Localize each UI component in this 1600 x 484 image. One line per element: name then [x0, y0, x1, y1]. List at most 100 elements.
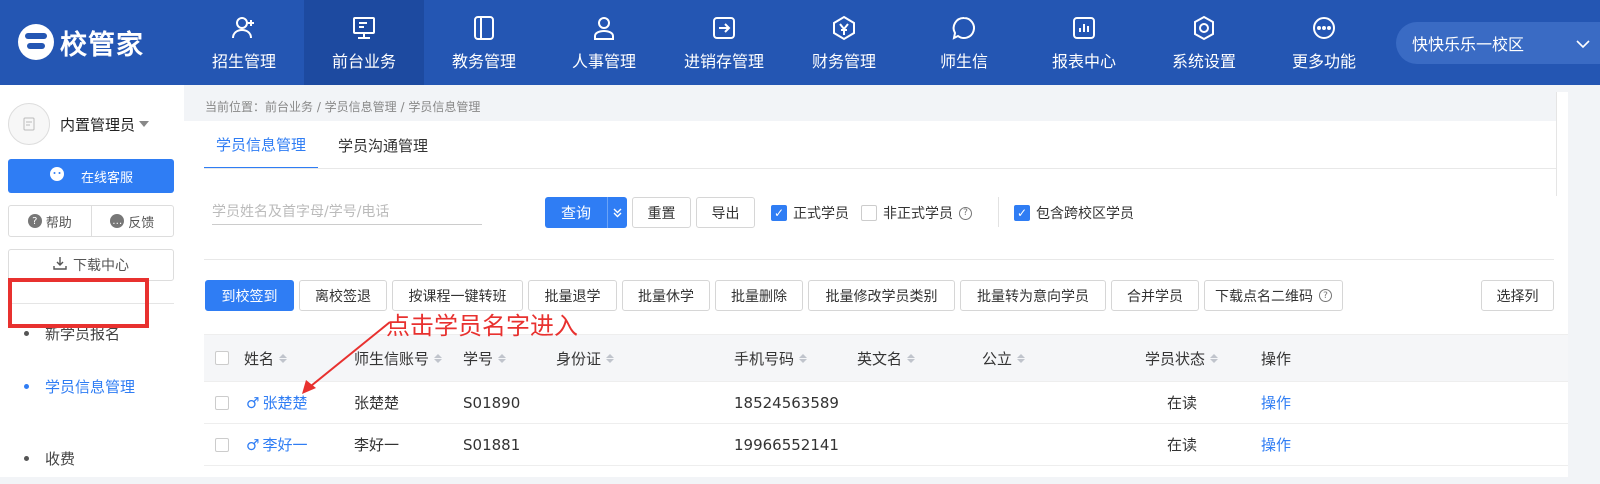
- side-scroll-handle[interactable]: [1556, 92, 1568, 196]
- sort-icon: [279, 353, 288, 363]
- col-id-card[interactable]: 身份证: [556, 335, 615, 381]
- sidebar-item-label: 学员信息管理: [45, 377, 136, 396]
- book-icon: [470, 14, 498, 42]
- search-input[interactable]: [212, 199, 482, 225]
- nav-label: 招生管理: [211, 51, 276, 71]
- tab-student-info[interactable]: 学员信息管理: [204, 121, 319, 169]
- row-checkbox[interactable]: [215, 424, 229, 465]
- phone-cell: 18524563589: [734, 393, 839, 412]
- sort-icon: [1210, 353, 1219, 363]
- cross-campus-checkbox[interactable]: ✓ 包含跨校区学员: [1014, 203, 1134, 223]
- campus-selector[interactable]: 快快乐乐一校区: [1396, 22, 1600, 64]
- col-status[interactable]: 学员状态: [1145, 335, 1219, 381]
- nav-item-inventory[interactable]: 进销存管理: [664, 0, 784, 85]
- highlight-box: [8, 278, 149, 328]
- checkbox-label: 包含跨校区学员: [1036, 206, 1134, 222]
- download-qrcode-label: 下载点名二维码: [1215, 288, 1313, 305]
- help-button[interactable]: ? 帮助: [9, 206, 92, 236]
- online-service-label: 在线客服: [80, 170, 133, 186]
- export-button[interactable]: 导出: [696, 197, 755, 228]
- chat-icon: …: [110, 214, 125, 228]
- row-action-link[interactable]: 操作: [1261, 382, 1291, 423]
- query-button[interactable]: 查询: [545, 197, 627, 228]
- filter-separator: [998, 197, 999, 227]
- sidebar-item-student-info[interactable]: 学员信息管理: [0, 360, 184, 412]
- batch-edit-category-button[interactable]: 批量修改学员类别: [808, 280, 955, 311]
- col-label: 身份证: [556, 349, 602, 368]
- col-public-school[interactable]: 公立: [982, 335, 1026, 381]
- formal-student-checkbox[interactable]: ✓ 正式学员: [771, 203, 849, 223]
- nav-item-academic[interactable]: 教务管理: [424, 0, 544, 85]
- col-label: 姓名: [244, 349, 275, 368]
- check-in-button[interactable]: 到校签到: [205, 280, 294, 311]
- sort-icon: [799, 353, 808, 363]
- headset-icon: [49, 166, 65, 186]
- nav-item-reports[interactable]: 报表中心: [1024, 0, 1144, 85]
- main-panel: 学员信息管理 学员沟通管理 查询 重置 导出 ✓ 正式学员 非正式学员 ? ✓ …: [184, 121, 1568, 477]
- finance-icon: [830, 14, 858, 42]
- batch-to-prospect-button[interactable]: 批量转为意向学员: [960, 280, 1106, 311]
- app-logo[interactable]: 校管家: [18, 22, 144, 62]
- nav-item-settings[interactable]: 系统设置: [1144, 0, 1264, 85]
- informal-student-checkbox[interactable]: 非正式学员 ?: [861, 203, 972, 223]
- col-label: 手机号码: [734, 349, 795, 368]
- student-name-link[interactable]: ♂ 李好一: [246, 424, 307, 465]
- sort-icon: [907, 353, 916, 363]
- col-label: 公立: [982, 349, 1013, 368]
- double-chevron-down-icon[interactable]: [607, 197, 627, 228]
- nav-item-finance[interactable]: 财务管理: [784, 0, 904, 85]
- bullet: [24, 455, 29, 461]
- nav-label: 进销存管理: [683, 51, 764, 71]
- user-add-icon: [230, 14, 258, 42]
- row-checkbox[interactable]: [215, 382, 229, 423]
- batch-suspend-button[interactable]: 批量休学: [622, 280, 710, 311]
- online-service-button[interactable]: 在线客服: [8, 159, 174, 193]
- logo-icon: [18, 24, 54, 60]
- col-label: 英文名: [857, 349, 903, 368]
- merge-students-button[interactable]: 合并学员: [1111, 280, 1199, 311]
- reset-button[interactable]: 重置: [632, 197, 691, 228]
- logo-text: 校管家: [60, 29, 144, 61]
- feedback-button[interactable]: … 反馈: [92, 206, 174, 236]
- table-row: ♂ 张楚楚 张楚楚 S01890 18524563589 在读 操作: [204, 382, 1568, 424]
- username-text: 内置管理员: [60, 115, 136, 134]
- nav-label: 报表中心: [1051, 51, 1116, 71]
- campus-name: 快快乐乐一校区: [1412, 35, 1525, 54]
- download-center-button[interactable]: 下载中心: [8, 249, 174, 281]
- student-id-cell: S01890: [463, 393, 521, 412]
- nav-item-front-desk[interactable]: 前台业务: [304, 0, 424, 85]
- nav-label: 教务管理: [451, 51, 516, 71]
- sort-icon: [606, 353, 615, 363]
- check-out-button[interactable]: 离校签退: [299, 280, 387, 311]
- select-columns-button[interactable]: 选择列: [1481, 280, 1554, 311]
- batch-delete-button[interactable]: 批量删除: [715, 280, 803, 311]
- sort-icon: [434, 353, 443, 363]
- question-icon[interactable]: ?: [959, 206, 972, 220]
- nav-item-more[interactable]: 更多功能: [1264, 0, 1384, 85]
- top-navbar: 校管家 招生管理 前台业务 教务管理 人事管理 进销存管理 财务管理 师生信 报…: [0, 0, 1600, 85]
- feedback-label: 反馈: [128, 215, 155, 231]
- col-student-id[interactable]: 学号: [463, 335, 507, 381]
- col-phone[interactable]: 手机号码: [734, 335, 808, 381]
- nav-item-enrollment[interactable]: 招生管理: [184, 0, 304, 85]
- nav-item-messages[interactable]: 师生信: [904, 0, 1024, 85]
- download-qrcode-button[interactable]: 下载点名二维码 ?: [1204, 280, 1343, 311]
- sidebar-item-fees[interactable]: 收费: [0, 432, 184, 484]
- message-icon: [950, 14, 978, 42]
- nav-label: 前台业务: [331, 51, 396, 71]
- col-name[interactable]: 姓名: [244, 335, 288, 381]
- table-header: 姓名 师生信账号 学号 身份证 手机号码 英文名 公立 学员状态 操作: [204, 334, 1568, 382]
- sort-icon: [1017, 353, 1026, 363]
- report-icon: [1070, 14, 1098, 42]
- section-divider: [204, 259, 1554, 260]
- tab-student-communication[interactable]: 学员沟通管理: [326, 121, 440, 169]
- select-all-checkbox[interactable]: [215, 335, 229, 381]
- row-action-link[interactable]: 操作: [1261, 424, 1291, 465]
- username: 内置管理员: [60, 114, 150, 135]
- nav-label: 师生信: [939, 51, 988, 71]
- nav-item-hr[interactable]: 人事管理: [544, 0, 664, 85]
- user-menu[interactable]: 内置管理员: [8, 103, 150, 145]
- status-cell: 在读: [1167, 436, 1198, 454]
- annotation-text: 点击学员名字进入: [386, 312, 578, 340]
- col-english-name[interactable]: 英文名: [857, 335, 916, 381]
